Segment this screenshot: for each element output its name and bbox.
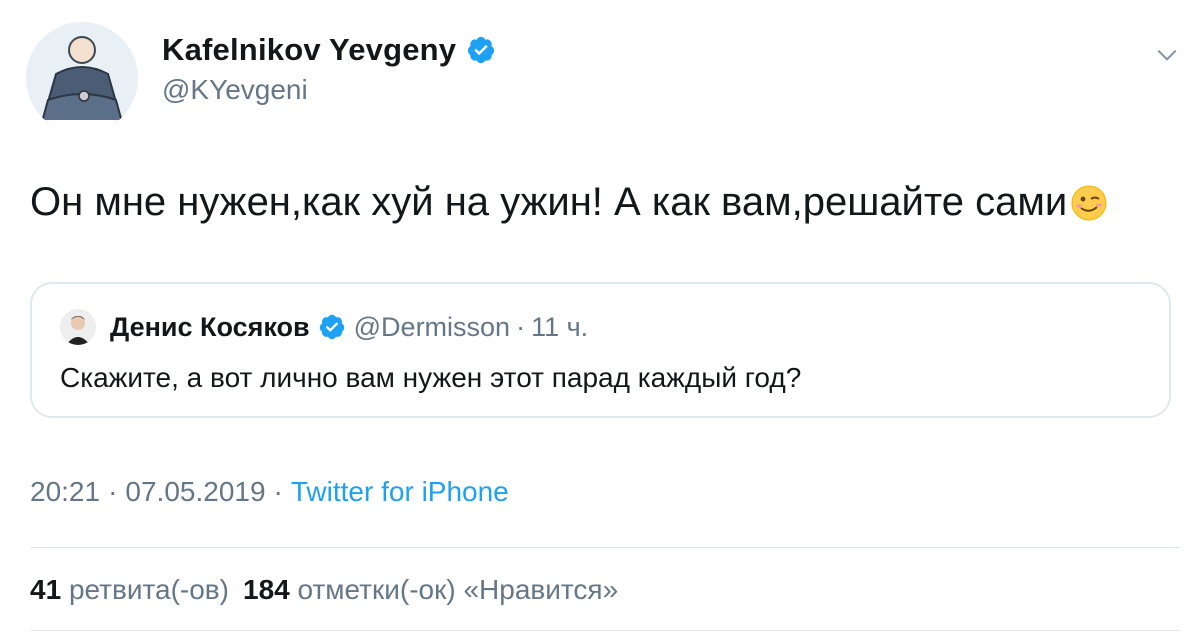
- author-avatar[interactable]: [26, 22, 138, 134]
- tweet-time: 20:21: [30, 476, 101, 507]
- divider: [30, 630, 1180, 631]
- separator-dot: ·: [108, 476, 118, 507]
- separator-dot: ·: [273, 476, 283, 507]
- profile-photo-icon: [26, 22, 138, 134]
- quoted-tweet-text: Скажите, а вот лично вам нужен этот пара…: [60, 362, 802, 393]
- tweet-stats: 41 ретвита(-ов) 184 отметки(-ок) «Нравитс…: [30, 574, 618, 606]
- quoted-author-name: Денис Косяков: [110, 311, 310, 342]
- divider: [30, 547, 1180, 548]
- retweets-stat[interactable]: 41 ретвита(-ов): [30, 574, 229, 605]
- likes-stat[interactable]: 184 отметки(-ок) «Нравится»: [243, 574, 618, 605]
- quoted-tweet-card[interactable]: Денис Косяков @Dermisson · 11 ч. Скажите…: [30, 282, 1171, 418]
- chevron-down-icon[interactable]: [1154, 42, 1180, 68]
- like-label: отметки(-ок) «Нравится»: [297, 574, 619, 605]
- tweet-date: 07.05.2019: [125, 476, 266, 507]
- verified-badge-icon: [468, 36, 495, 64]
- retweet-count: 41: [30, 574, 62, 605]
- like-count: 184: [243, 574, 290, 605]
- winking-face-icon: [1071, 185, 1107, 220]
- author-name-row[interactable]: Kafelnikov Yevgeny: [162, 30, 496, 70]
- separator-dot: ·: [516, 311, 526, 342]
- tweet-body: Он мне нужен,как хуй на ужин! А как вам,…: [30, 180, 1068, 224]
- retweet-label: ретвита(-ов): [68, 574, 229, 605]
- tweet-view: Kafelnikov Yevgeny @KYevgeni Он мне нуже…: [0, 0, 1200, 636]
- tweet-text: Он мне нужен,как хуй на ужин! А как вам,…: [30, 180, 1109, 225]
- quoted-tweet-time: 11 ч.: [531, 311, 589, 342]
- verified-badge-icon: [319, 314, 344, 340]
- tweet-source-link[interactable]: Twitter for iPhone: [291, 476, 509, 507]
- quoted-tweet-header: Денис Косяков @Dermisson · 11 ч.: [60, 308, 588, 346]
- profile-photo-icon: [60, 309, 96, 345]
- tweet-meta: 20:21 · 07.05.2019 · Twitter for iPhone: [30, 476, 509, 508]
- author-display-name[interactable]: Kafelnikov Yevgeny: [162, 32, 456, 68]
- author-handle[interactable]: @KYevgeni: [162, 74, 308, 106]
- quoted-author-avatar: [60, 309, 96, 345]
- quoted-author-handle: @Dermisson: [353, 311, 511, 342]
